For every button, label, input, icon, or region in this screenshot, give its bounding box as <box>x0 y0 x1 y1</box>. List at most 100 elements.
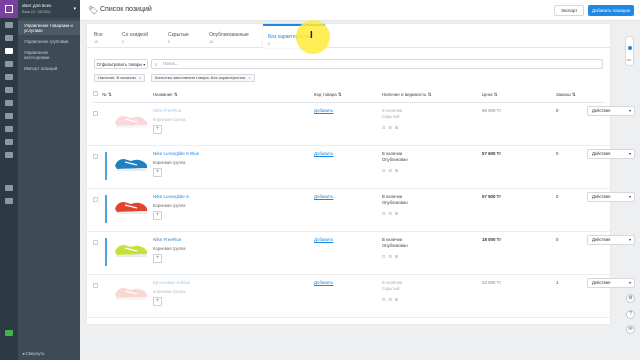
messages-icon[interactable] <box>5 74 13 80</box>
filter-chip-quality[interactable]: Качество заполнения товара: Без характер… <box>151 74 255 82</box>
stats-icon[interactable] <box>5 100 13 106</box>
table-row[interactable]: Nike Lunarglide 6 Корневая группа + Добавит… <box>87 189 635 232</box>
settings-fab-icon[interactable]: ⚙ <box>626 294 635 303</box>
row-checkbox[interactable] <box>93 283 98 288</box>
home-icon[interactable] <box>5 22 13 28</box>
help-icon[interactable] <box>5 152 13 158</box>
settings-icon[interactable] <box>5 126 13 132</box>
table-row[interactable]: Nike Lunarglide 6 Blue Корневая группа + До… <box>87 146 635 189</box>
actions-label: Действия <box>592 108 611 113</box>
row-quick-icons[interactable]: ⊡ ⊟ ⊞ <box>382 254 399 259</box>
actions-dropdown[interactable]: Действия ▾ <box>587 149 635 159</box>
row-checkbox[interactable] <box>93 240 98 245</box>
actions-label: Действия <box>592 151 611 156</box>
add-photo-button[interactable]: + <box>153 168 162 177</box>
actions-dropdown[interactable]: Действия ▾ <box>587 192 635 202</box>
products-card: Все 15 Со скидкой 0 Скрытые 5 Опубликованны… <box>87 24 635 324</box>
add-code-link[interactable]: Добавить <box>314 237 333 242</box>
menu-item-products[interactable]: Управление товарами и услугами <box>18 21 80 35</box>
row-quick-icons[interactable]: ⊡ ⊟ ⊞ <box>382 125 399 130</box>
col-num[interactable]: № ⇅ <box>102 92 112 98</box>
zoom-slider[interactable]: 0% <box>625 36 634 66</box>
store-icon[interactable] <box>5 185 13 191</box>
product-thumbnail[interactable] <box>111 279 151 303</box>
row-checkbox[interactable] <box>93 197 98 202</box>
row-quick-icons[interactable]: ⊡ ⊟ ⊞ <box>382 168 399 173</box>
account-switcher[interactable]: xБег для всех Ваш ID: 381551 ▾ <box>18 0 80 18</box>
product-name-link[interactable]: Nike FreeRun <box>153 108 181 113</box>
col-orders[interactable]: Заказы ⇅ <box>556 92 576 98</box>
marketing-icon[interactable] <box>5 87 13 93</box>
table-row[interactable]: Nike FreeRun Корневая группа + Добавить В на… <box>87 232 635 275</box>
actions-dropdown[interactable]: Действия ▾ <box>587 106 635 116</box>
tab-published[interactable]: Опубликованные 10 <box>209 32 249 44</box>
top-bar: 🏷 Список позиций Экспорт Добавить позици… <box>80 0 640 21</box>
menu-item-categories[interactable]: Управление категориями <box>18 48 80 62</box>
account-id: Ваш ID: 381551 <box>22 9 51 14</box>
export-button[interactable]: Экспорт <box>554 5 584 16</box>
col-name[interactable]: Название ⇅ <box>153 92 178 98</box>
visibility-text: Опубликован <box>382 156 408 162</box>
status-icon[interactable] <box>5 330 13 336</box>
orders-icon[interactable] <box>5 35 13 41</box>
close-icon[interactable]: × <box>248 75 250 80</box>
product-price: 24 000 Тг <box>482 280 502 285</box>
add-code-link[interactable]: Добавить <box>314 108 333 113</box>
tab-all[interactable]: Все 15 <box>94 32 103 44</box>
product-thumbnail[interactable] <box>111 236 151 260</box>
actions-dropdown[interactable]: Действия ▾ <box>587 235 635 245</box>
product-thumbnail[interactable] <box>111 107 151 131</box>
zoom-knob[interactable] <box>628 46 632 50</box>
col-availability[interactable]: Наличие и видимость ⇅ <box>382 92 431 98</box>
product-name-link[interactable]: Nike Lunarglide 6 <box>153 194 189 199</box>
filter-products-button[interactable]: Отфильтровать товары ▾ <box>94 59 148 69</box>
add-photo-button[interactable]: + <box>153 125 162 134</box>
orders-count: 0 <box>556 108 559 113</box>
menu-item-groups[interactable]: Управление группами <box>18 37 80 46</box>
col-availability-label: Наличие и видимость <box>382 92 427 97</box>
row-quick-icons[interactable]: ⊡ ⊟ ⊞ <box>382 297 399 302</box>
payments-icon[interactable] <box>5 139 13 145</box>
product-thumbnail[interactable] <box>111 150 151 174</box>
promo-icon[interactable] <box>5 113 13 119</box>
chat-fab-icon[interactable]: ✉ <box>626 325 635 334</box>
menu-item-import[interactable]: Импорт позиций <box>18 64 80 73</box>
select-all-checkbox[interactable] <box>93 91 98 96</box>
clients-icon[interactable] <box>5 61 13 67</box>
add-code-link[interactable]: Добавить <box>314 280 333 285</box>
row-checkbox[interactable] <box>93 111 98 116</box>
col-code[interactable]: Код товара ⇅ <box>314 92 342 98</box>
gear-icon[interactable] <box>5 198 13 204</box>
product-thumbnail[interactable] <box>111 193 151 217</box>
product-name-link[interactable]: Nike Lunarglide 6 Blue <box>153 151 199 156</box>
actions-dropdown[interactable]: Действия ▾ <box>587 278 635 288</box>
help-fab-icon[interactable]: ? <box>626 310 635 319</box>
table-row[interactable]: Nike FreeRun Корневая группа + Добавить В на… <box>87 103 635 146</box>
row-checkbox[interactable] <box>93 154 98 159</box>
add-code-link[interactable]: Добавить <box>314 194 333 199</box>
collapse-label: Свернуть <box>25 351 45 356</box>
add-code-link[interactable]: Добавить <box>314 151 333 156</box>
add-position-button[interactable]: Добавить позицию <box>588 5 634 16</box>
col-price[interactable]: Цена ⇅ <box>482 92 497 98</box>
filter-chip-availability[interactable]: Наличие: В наличии × <box>94 74 146 82</box>
add-photo-button[interactable]: + <box>153 211 162 220</box>
collapse-menu-button[interactable]: ◂ Свернуть <box>22 351 45 357</box>
tab-hidden[interactable]: Скрытые 5 <box>168 32 189 44</box>
product-name-link[interactable]: Nike FreeRun <box>153 237 181 242</box>
add-photo-button[interactable]: + <box>153 297 162 306</box>
products-icon[interactable] <box>5 48 13 54</box>
product-name-link[interactable]: Кроссовки Adidas <box>153 280 190 285</box>
tab-label: Скрытые <box>168 32 189 38</box>
availability-text: В наличии <box>382 151 403 156</box>
search-input[interactable]: ⌕ Поиск... <box>151 59 603 69</box>
close-icon[interactable]: × <box>139 75 141 80</box>
chevron-down-icon: ▾ <box>628 194 631 199</box>
row-quick-icons[interactable]: ⊡ ⊟ ⊞ <box>382 211 399 216</box>
chevron-down-icon: ▾ <box>628 280 631 285</box>
chevron-down-icon: ▾ <box>628 151 631 156</box>
add-photo-button[interactable]: + <box>153 254 162 263</box>
table-row[interactable]: Кроссовки Adidas Корневая группа + Добавить… <box>87 275 635 318</box>
tab-discount[interactable]: Со скидкой 0 <box>122 32 148 44</box>
brand-logo[interactable] <box>0 0 18 18</box>
